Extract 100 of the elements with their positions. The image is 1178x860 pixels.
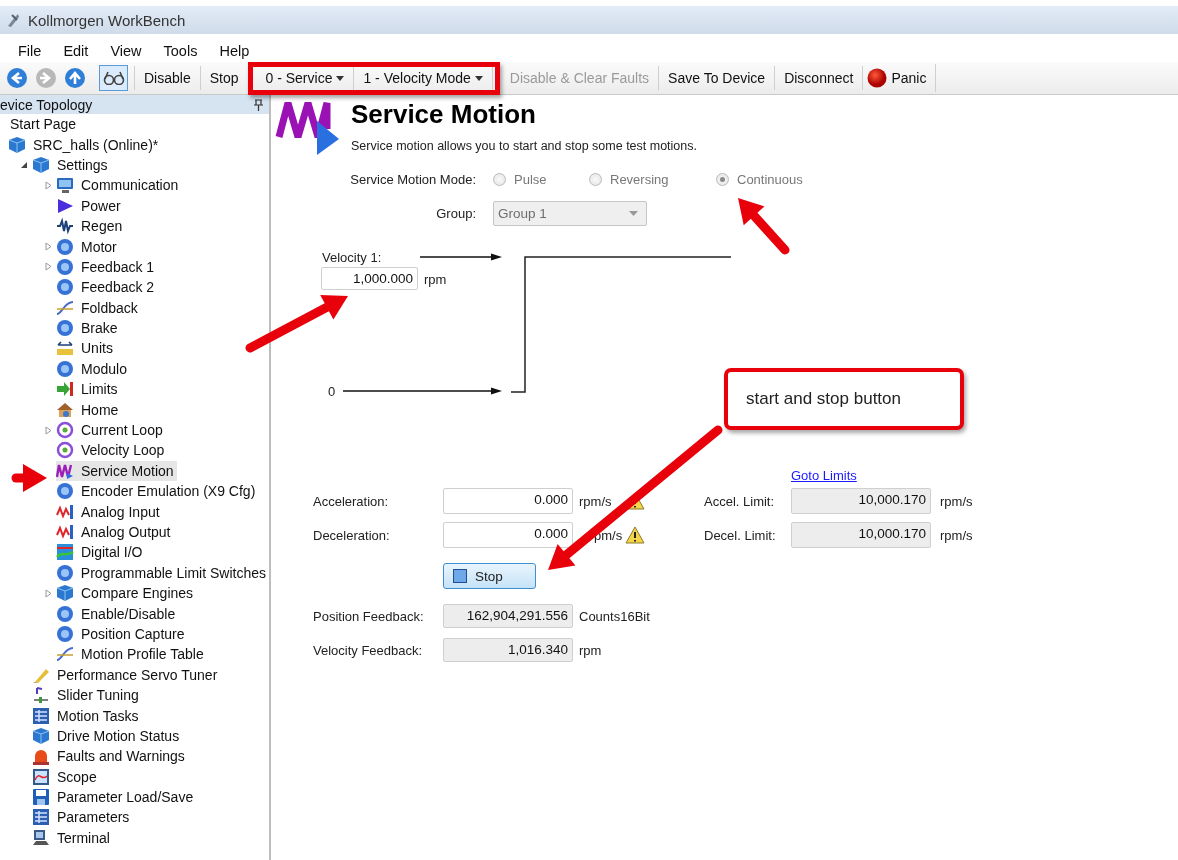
tree-item[interactable]: Compare Engines bbox=[56, 583, 197, 604]
tree-item[interactable]: Motor bbox=[56, 236, 120, 257]
disc-icon bbox=[56, 604, 74, 623]
tree-item[interactable]: Feedback 2 bbox=[56, 277, 158, 298]
tree-item[interactable]: Motion Tasks bbox=[32, 705, 142, 726]
expand-toggle[interactable] bbox=[44, 262, 52, 272]
tree-item[interactable]: Analog Output bbox=[56, 522, 174, 542]
tree-item[interactable]: Home bbox=[56, 399, 122, 420]
tree-item[interactable]: Settings bbox=[32, 154, 111, 175]
callout: start and stop button bbox=[724, 368, 964, 430]
tree-item[interactable]: Analog Input bbox=[56, 501, 163, 522]
tree-item[interactable]: Scope bbox=[32, 766, 100, 787]
caret-icon bbox=[336, 75, 345, 81]
tree-item[interactable]: Parameter Load/Save bbox=[32, 787, 197, 808]
toolbar-button[interactable]: Stop bbox=[200, 66, 249, 90]
tree-item[interactable]: Modulo bbox=[56, 358, 130, 379]
ring-icon bbox=[56, 421, 74, 440]
field-label: Position Feedback: bbox=[313, 608, 425, 624]
tree-item[interactable]: Limits bbox=[56, 379, 121, 400]
panic-button[interactable]: Panic bbox=[863, 64, 937, 92]
tree-item[interactable]: Digital I/O bbox=[56, 542, 146, 563]
unit-label: rpm bbox=[424, 272, 447, 287]
field-label: Service Motion Mode: bbox=[349, 171, 476, 187]
toolbar-dropdown[interactable]: 1 - Velocity Mode bbox=[354, 66, 493, 90]
tree-item[interactable]: Foldback bbox=[56, 297, 141, 318]
play-icon bbox=[56, 196, 74, 215]
tree-item[interactable]: Current Loop bbox=[56, 420, 166, 441]
toolbar-button[interactable]: Save To Device bbox=[659, 66, 776, 90]
tree-item[interactable]: Position Capture bbox=[56, 623, 188, 644]
expand-toggle[interactable] bbox=[44, 242, 52, 252]
readonly-field: 10,000.170 bbox=[791, 488, 931, 514]
alarm-light-icon bbox=[32, 747, 50, 766]
disc-icon bbox=[56, 278, 74, 297]
cube-icon bbox=[32, 726, 50, 745]
menu-item[interactable]: Help bbox=[209, 43, 262, 62]
goto-limits-link[interactable]: Goto Limits bbox=[791, 468, 857, 483]
disc-icon bbox=[56, 482, 74, 501]
axis-label: 0 bbox=[328, 384, 336, 399]
tree-item[interactable]: Units bbox=[56, 338, 116, 359]
app-icon bbox=[6, 12, 20, 28]
menu-item[interactable]: Edit bbox=[53, 43, 101, 62]
tree-item[interactable]: Regen bbox=[56, 216, 126, 237]
input-field[interactable]: 0.000 bbox=[443, 488, 573, 514]
tree-item[interactable]: Feedback 1 bbox=[56, 256, 158, 277]
disc-icon bbox=[56, 237, 74, 256]
tree-item[interactable]: Drive Motion Status bbox=[32, 725, 183, 746]
tree-item[interactable]: Brake bbox=[56, 318, 121, 339]
tree-item[interactable]: Power bbox=[56, 195, 124, 216]
wave-icon bbox=[56, 502, 74, 521]
glasses-toggle[interactable] bbox=[99, 65, 128, 91]
wave-icon bbox=[56, 523, 74, 541]
toolbar-button[interactable]: Disconnect bbox=[775, 66, 864, 90]
disc-icon bbox=[56, 257, 74, 276]
chart-icon bbox=[56, 543, 74, 562]
tree-item[interactable]: Service Motion bbox=[56, 460, 177, 481]
annotation-arrow bbox=[11, 464, 47, 492]
table-icon bbox=[32, 706, 50, 725]
cube-icon bbox=[8, 135, 26, 154]
ruler-icon bbox=[56, 339, 74, 358]
tree-item[interactable]: Start Page bbox=[8, 114, 80, 135]
tree-item[interactable]: Encoder Emulation (X9 Cfg) bbox=[56, 481, 259, 502]
up-icon[interactable] bbox=[63, 67, 86, 89]
tree-item[interactable]: Performance Servo Tuner bbox=[32, 664, 221, 685]
tree-item[interactable]: Programmable Limit Switches bbox=[55, 562, 269, 583]
back-icon[interactable] bbox=[5, 67, 28, 89]
toolbar-dropdown[interactable]: 0 - Service bbox=[256, 66, 355, 90]
expand-toggle[interactable] bbox=[20, 160, 28, 169]
tree-item[interactable]: Velocity Loop bbox=[56, 440, 168, 461]
wave-icon bbox=[56, 217, 74, 236]
unit-label: rpm/s bbox=[940, 527, 973, 543]
expand-toggle[interactable] bbox=[44, 425, 52, 435]
stop-button[interactable]: Stop bbox=[443, 563, 536, 589]
tree-item[interactable]: Parameters bbox=[32, 807, 133, 828]
arrow-icon bbox=[56, 380, 74, 399]
tree-item[interactable]: Faults and Warnings bbox=[32, 746, 188, 767]
field-label: Velocity 1: bbox=[322, 250, 382, 265]
panel-title: evice Topology bbox=[0, 96, 93, 113]
field-label: Group: bbox=[435, 205, 476, 221]
scope-icon bbox=[32, 767, 50, 786]
unit-label: rpm bbox=[579, 642, 602, 658]
field-label: Decel. Limit: bbox=[704, 527, 777, 543]
menu-item[interactable]: Tools bbox=[153, 43, 210, 62]
toolbar-button[interactable]: Disable bbox=[134, 66, 201, 90]
tree-item[interactable]: Terminal bbox=[32, 827, 113, 848]
slider-icon bbox=[32, 686, 50, 705]
input-field[interactable]: 0.000 bbox=[443, 522, 573, 548]
field-label: Accel. Limit: bbox=[704, 493, 776, 509]
tree-item[interactable]: Slider Tuning bbox=[32, 685, 142, 706]
velocity-field[interactable]: 1,000.000 bbox=[321, 267, 418, 290]
expand-toggle[interactable] bbox=[44, 180, 52, 190]
disc-icon bbox=[55, 563, 74, 582]
field-label: Deceleration: bbox=[313, 527, 391, 543]
menu-item[interactable]: View bbox=[100, 43, 154, 62]
tree-item[interactable]: Enable/Disable bbox=[56, 603, 179, 624]
tree-item[interactable]: SRC_halls (Online)* bbox=[8, 134, 162, 155]
expand-toggle[interactable] bbox=[44, 588, 52, 598]
tree-item[interactable]: Communication bbox=[56, 175, 182, 196]
pin-icon[interactable] bbox=[254, 98, 263, 111]
menu-item[interactable]: File bbox=[8, 43, 54, 62]
tree-item[interactable]: Motion Profile Table bbox=[56, 644, 207, 665]
